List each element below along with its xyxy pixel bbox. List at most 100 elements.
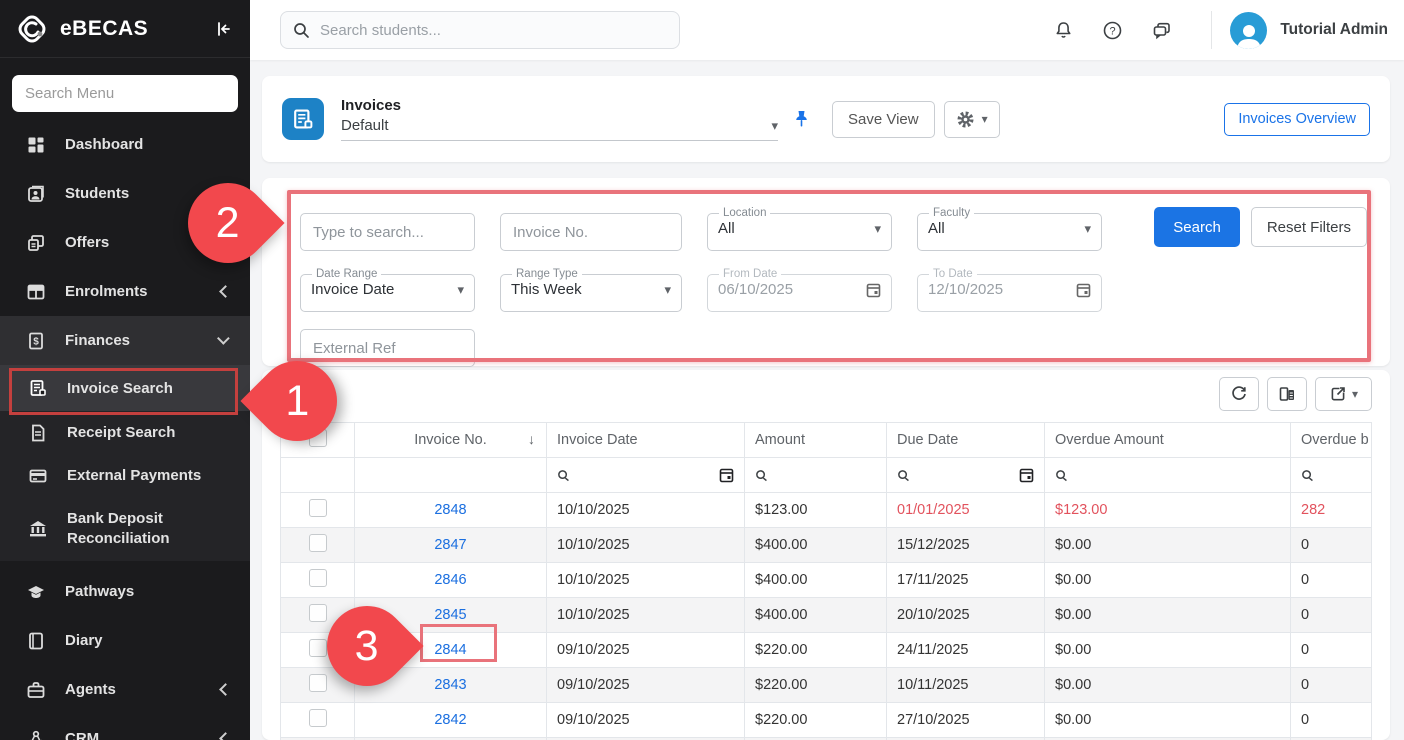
- sidebar: eBECAS Dashboard Students Offers Enrolme…: [0, 0, 250, 740]
- sidebar-item-label: Students: [65, 185, 129, 202]
- sidebar-item-external-payments[interactable]: External Payments: [0, 454, 250, 497]
- column-calendar-icon[interactable]: [1019, 467, 1034, 483]
- sidebar-item-label: Diary: [65, 632, 103, 649]
- column-header-due-date[interactable]: Due Date: [887, 423, 1045, 458]
- pin-view-icon[interactable]: [793, 109, 810, 129]
- invoice-date-cell: 10/10/2025: [547, 528, 745, 563]
- notifications-bell-icon[interactable]: [1053, 20, 1074, 41]
- row-checkbox[interactable]: [309, 709, 327, 727]
- row-checkbox[interactable]: [309, 639, 327, 657]
- refresh-button[interactable]: [1219, 377, 1259, 411]
- invoice-link[interactable]: 2842: [434, 712, 466, 728]
- sidebar-item-label: CRM: [65, 730, 99, 740]
- invoice-no-cell: 2848: [355, 493, 547, 528]
- filter-cell-due-date[interactable]: [887, 458, 1045, 493]
- from-date-field[interactable]: From Date 06/10/2025: [707, 268, 892, 312]
- filter-cell-amount[interactable]: [745, 458, 887, 493]
- view-settings-button[interactable]: ▾: [944, 101, 1000, 138]
- range-type-label: Range Type: [512, 268, 582, 280]
- filter-cell-overdue-by[interactable]: [1291, 458, 1372, 493]
- user-avatar[interactable]: [1230, 12, 1267, 49]
- invoices-header-card: Invoices Default ▾ Save View ▾ Invoices …: [262, 76, 1390, 162]
- invoice-link-2844[interactable]: 2844: [434, 642, 466, 658]
- column-header-amount[interactable]: Amount: [745, 423, 887, 458]
- column-calendar-icon[interactable]: [719, 467, 734, 483]
- reset-filters-label: Reset Filters: [1267, 219, 1351, 236]
- row-checkbox[interactable]: [309, 534, 327, 552]
- sidebar-item-agents[interactable]: Agents: [0, 665, 250, 714]
- column-search-icon[interactable]: [755, 469, 876, 482]
- sidebar-item-finances[interactable]: $ Finances: [0, 316, 250, 365]
- column-chooser-button[interactable]: [1267, 377, 1307, 411]
- sidebar-item-receipt-search[interactable]: Receipt Search: [0, 411, 250, 454]
- sidebar-item-invoice-search[interactable]: Invoice Search: [0, 365, 250, 411]
- students-icon: [26, 184, 46, 204]
- date-range-value: Invoice Date: [311, 281, 394, 298]
- sidebar-item-diary[interactable]: Diary: [0, 616, 250, 665]
- external-payments-icon: [28, 466, 48, 486]
- column-header-invoice-date[interactable]: Invoice Date: [547, 423, 745, 458]
- filter-cell-overdue-amount[interactable]: [1045, 458, 1291, 493]
- help-icon[interactable]: ?: [1102, 20, 1123, 41]
- feedback-chat-icon[interactable]: [1151, 20, 1173, 41]
- filter-cell-invoice-no[interactable]: [355, 458, 547, 493]
- column-label: Overdue b: [1301, 432, 1369, 448]
- sidebar-item-dashboard[interactable]: Dashboard: [0, 120, 250, 169]
- row-checkbox[interactable]: [309, 604, 327, 622]
- calendar-icon: [866, 282, 881, 298]
- annotation-step-number: 2: [216, 198, 240, 247]
- user-name[interactable]: Tutorial Admin: [1280, 21, 1388, 39]
- save-view-button[interactable]: Save View: [832, 101, 935, 138]
- sidebar-collapse-icon[interactable]: [214, 19, 234, 39]
- invoice-link[interactable]: 2845: [434, 607, 466, 623]
- overdue-by-cell: 0: [1291, 563, 1372, 598]
- filter-cell-invoice-date[interactable]: [547, 458, 745, 493]
- column-search-icon[interactable]: [1301, 469, 1361, 482]
- row-select-cell: [281, 528, 355, 563]
- faculty-select[interactable]: Faculty All▾: [917, 207, 1102, 251]
- export-button[interactable]: ▾: [1315, 377, 1372, 411]
- to-date-field[interactable]: To Date 12/10/2025: [917, 268, 1102, 312]
- location-select[interactable]: Location All▾: [707, 207, 892, 251]
- range-type-value: This Week: [511, 281, 582, 298]
- invoice-link[interactable]: 2846: [434, 572, 466, 588]
- invoice-date-cell: 09/10/2025: [547, 703, 745, 738]
- menu-search-input[interactable]: [12, 75, 238, 112]
- row-checkbox[interactable]: [309, 674, 327, 692]
- range-type-select[interactable]: Range Type This Week▾: [500, 268, 682, 312]
- student-search-box[interactable]: [280, 11, 680, 49]
- date-range-select[interactable]: Date Range Invoice Date▾: [300, 268, 475, 312]
- column-search-icon[interactable]: [897, 469, 910, 482]
- search-button[interactable]: Search: [1154, 207, 1240, 247]
- column-header-overdue-amount[interactable]: Overdue Amount: [1045, 423, 1291, 458]
- row-checkbox[interactable]: [309, 569, 327, 587]
- amount-cell: $400.00: [745, 528, 887, 563]
- sidebar-item-crm[interactable]: CRM: [0, 714, 250, 740]
- column-header-invoice-no[interactable]: Invoice No.↓: [355, 423, 547, 458]
- view-select[interactable]: Default ▾: [341, 117, 778, 141]
- student-search-input[interactable]: [320, 22, 667, 39]
- filter-actions: Search Reset Filters: [1154, 207, 1367, 247]
- sidebar-item-label: Enrolments: [65, 283, 148, 300]
- invoice-link[interactable]: 2847: [434, 537, 466, 553]
- column-header-overdue-by[interactable]: Overdue b: [1291, 423, 1372, 458]
- external-ref-input[interactable]: [300, 329, 475, 367]
- agents-icon: [26, 680, 46, 700]
- column-label: Invoice Date: [557, 432, 638, 448]
- invoice-link[interactable]: 2843: [434, 677, 466, 693]
- sidebar-item-pathways[interactable]: Pathways: [0, 567, 250, 616]
- column-search-icon[interactable]: [1055, 469, 1280, 482]
- from-date-label: From Date: [719, 268, 781, 280]
- invoice-no-input[interactable]: [500, 213, 682, 251]
- row-checkbox[interactable]: [309, 499, 327, 517]
- location-value: All: [718, 220, 735, 237]
- content: Invoices Default ▾ Save View ▾ Invoices …: [250, 60, 1404, 740]
- invoices-overview-button[interactable]: Invoices Overview: [1224, 103, 1370, 136]
- column-search-icon[interactable]: [557, 469, 570, 482]
- pathways-icon: [26, 582, 46, 602]
- reset-filters-button[interactable]: Reset Filters: [1251, 207, 1367, 247]
- sidebar-item-enrolments[interactable]: Enrolments: [0, 267, 250, 316]
- type-to-search-input[interactable]: [300, 213, 475, 251]
- invoice-link[interactable]: 2848: [434, 502, 466, 518]
- sidebar-item-bank-deposit-reconciliation[interactable]: Bank Deposit Reconciliation: [0, 497, 250, 561]
